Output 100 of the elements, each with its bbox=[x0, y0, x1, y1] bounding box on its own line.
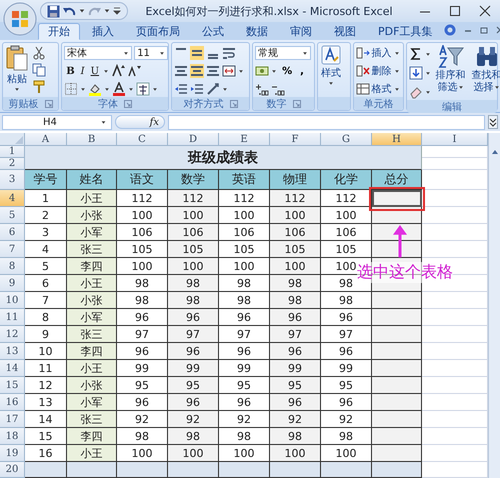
caret-icon[interactable] bbox=[103, 68, 110, 74]
row-header[interactable]: 11 bbox=[0, 309, 25, 326]
format-button[interactable]: B bbox=[64, 66, 77, 76]
format-button[interactable]: U bbox=[88, 66, 102, 76]
row-header[interactable]: 15 bbox=[0, 377, 25, 394]
table-cell[interactable] bbox=[372, 445, 422, 462]
formula-field[interactable] bbox=[168, 114, 485, 130]
format-button[interactable]: I bbox=[78, 66, 87, 76]
font-name-field[interactable]: 宋体 bbox=[64, 46, 132, 60]
column-header[interactable]: E bbox=[219, 133, 270, 146]
save-icon[interactable] bbox=[47, 4, 60, 18]
wrap-text-icon[interactable] bbox=[222, 46, 236, 60]
column-header[interactable]: I bbox=[422, 133, 488, 146]
decrease-indent-icon[interactable] bbox=[174, 82, 188, 96]
help-icon[interactable] bbox=[444, 24, 456, 36]
number-format-field[interactable]: 常规 bbox=[255, 46, 312, 60]
format-painter-icon[interactable] bbox=[32, 80, 46, 94]
name-box[interactable]: H4 bbox=[2, 114, 112, 130]
ribbon-tab[interactable]: 数据 bbox=[236, 23, 278, 40]
caret-icon[interactable] bbox=[80, 86, 86, 92]
font-size-field[interactable]: 11 bbox=[134, 46, 168, 60]
row-header[interactable]: 12 bbox=[0, 326, 25, 343]
caret-icon[interactable] bbox=[104, 8, 110, 14]
table-cell[interactable] bbox=[372, 394, 422, 411]
table-cell[interactable] bbox=[372, 377, 422, 394]
selected-cell[interactable] bbox=[372, 190, 422, 207]
caret-icon[interactable] bbox=[425, 90, 431, 94]
ribbon-tab[interactable]: 公式 bbox=[192, 23, 234, 40]
styles-button[interactable]: 样式 bbox=[320, 45, 342, 86]
row-header[interactable]: 18 bbox=[0, 428, 25, 445]
expand-icon[interactable] bbox=[488, 115, 498, 129]
format-button[interactable]: 格式 bbox=[356, 81, 400, 97]
caret-icon[interactable] bbox=[128, 86, 134, 92]
table-cell[interactable] bbox=[372, 343, 422, 360]
row-header[interactable]: 5 bbox=[0, 207, 25, 224]
merge-center-icon[interactable] bbox=[222, 64, 236, 78]
orientation-icon[interactable] bbox=[206, 82, 220, 96]
column-header[interactable]: C bbox=[117, 133, 168, 146]
increase-decimal-icon[interactable] bbox=[255, 82, 270, 96]
column-header[interactable]: G bbox=[321, 133, 372, 146]
column-header[interactable]: A bbox=[25, 133, 67, 146]
delete-button[interactable]: 删除 bbox=[356, 63, 400, 79]
row-header[interactable]: 17 bbox=[0, 411, 25, 428]
table-cell[interactable] bbox=[372, 309, 422, 326]
sum-icon[interactable] bbox=[409, 47, 423, 61]
fill-color-icon[interactable] bbox=[88, 82, 102, 96]
caret-icon[interactable] bbox=[104, 86, 110, 92]
ribbon-tab[interactable]: 页面布局 bbox=[126, 23, 190, 40]
row-header[interactable]: 3 bbox=[0, 170, 25, 190]
caret-icon[interactable] bbox=[79, 8, 85, 14]
row-header[interactable]: 10 bbox=[0, 292, 25, 309]
font-color-icon[interactable] bbox=[112, 82, 126, 96]
fill-down-icon[interactable] bbox=[409, 66, 423, 80]
table-cell[interactable] bbox=[372, 360, 422, 377]
row-header[interactable]: 2 bbox=[0, 158, 25, 170]
restore-icon[interactable] bbox=[480, 26, 488, 34]
row-header[interactable]: 4 bbox=[0, 190, 25, 207]
align-center-icon[interactable] bbox=[190, 64, 204, 78]
row-header[interactable]: 20 bbox=[0, 462, 25, 478]
column-header[interactable]: D bbox=[168, 133, 219, 146]
row-header[interactable]: 13 bbox=[0, 343, 25, 360]
row-header[interactable]: 14 bbox=[0, 360, 25, 377]
align-right-icon[interactable] bbox=[206, 64, 220, 78]
column-header[interactable]: B bbox=[67, 133, 117, 146]
customize-caret-icon[interactable] bbox=[113, 7, 121, 15]
row-header[interactable]: 7 bbox=[0, 241, 25, 258]
row-header[interactable]: 8 bbox=[0, 258, 25, 275]
ribbon-tab[interactable]: 开始 bbox=[38, 23, 80, 40]
caret-icon[interactable] bbox=[271, 68, 278, 74]
table-cell[interactable] bbox=[372, 428, 422, 445]
number-style-button[interactable]: % bbox=[279, 66, 296, 76]
caret-icon[interactable] bbox=[152, 86, 158, 92]
caret-icon[interactable] bbox=[425, 52, 431, 56]
align-middle-icon[interactable] bbox=[190, 46, 204, 60]
align-left-icon[interactable] bbox=[174, 64, 188, 78]
table-cell[interactable] bbox=[372, 326, 422, 343]
ribbon-tab[interactable]: 视图 bbox=[324, 23, 366, 40]
caret-icon[interactable] bbox=[425, 70, 431, 76]
row-header[interactable]: 1 bbox=[0, 146, 25, 158]
border-icon[interactable] bbox=[64, 82, 78, 96]
row-header[interactable]: 9 bbox=[0, 275, 25, 292]
table-cell[interactable] bbox=[372, 411, 422, 428]
caret-icon[interactable] bbox=[222, 86, 228, 92]
insert-function-button[interactable]: fx bbox=[115, 115, 165, 129]
phonetic-icon[interactable] bbox=[136, 82, 150, 96]
table-cell[interactable] bbox=[372, 224, 422, 241]
column-header[interactable]: H bbox=[372, 133, 422, 146]
sort-filter-button[interactable]: 排序和筛选 bbox=[434, 45, 467, 94]
vertical-scrollbar[interactable] bbox=[488, 133, 500, 478]
ribbon-tab[interactable]: PDF工具集 bbox=[368, 23, 442, 40]
row-header[interactable]: 6 bbox=[0, 224, 25, 241]
copy-icon[interactable] bbox=[32, 63, 46, 77]
increase-indent-icon[interactable] bbox=[190, 82, 204, 96]
row-header[interactable]: 16 bbox=[0, 394, 25, 411]
column-header[interactable]: F bbox=[270, 133, 321, 146]
number-style-button[interactable]: , bbox=[297, 66, 307, 76]
table-cell[interactable] bbox=[372, 292, 422, 309]
ribbon-tab[interactable]: 插入 bbox=[82, 23, 124, 40]
ribbon-tab[interactable]: 审阅 bbox=[280, 23, 322, 40]
insert-button[interactable]: 插入 bbox=[356, 45, 400, 61]
